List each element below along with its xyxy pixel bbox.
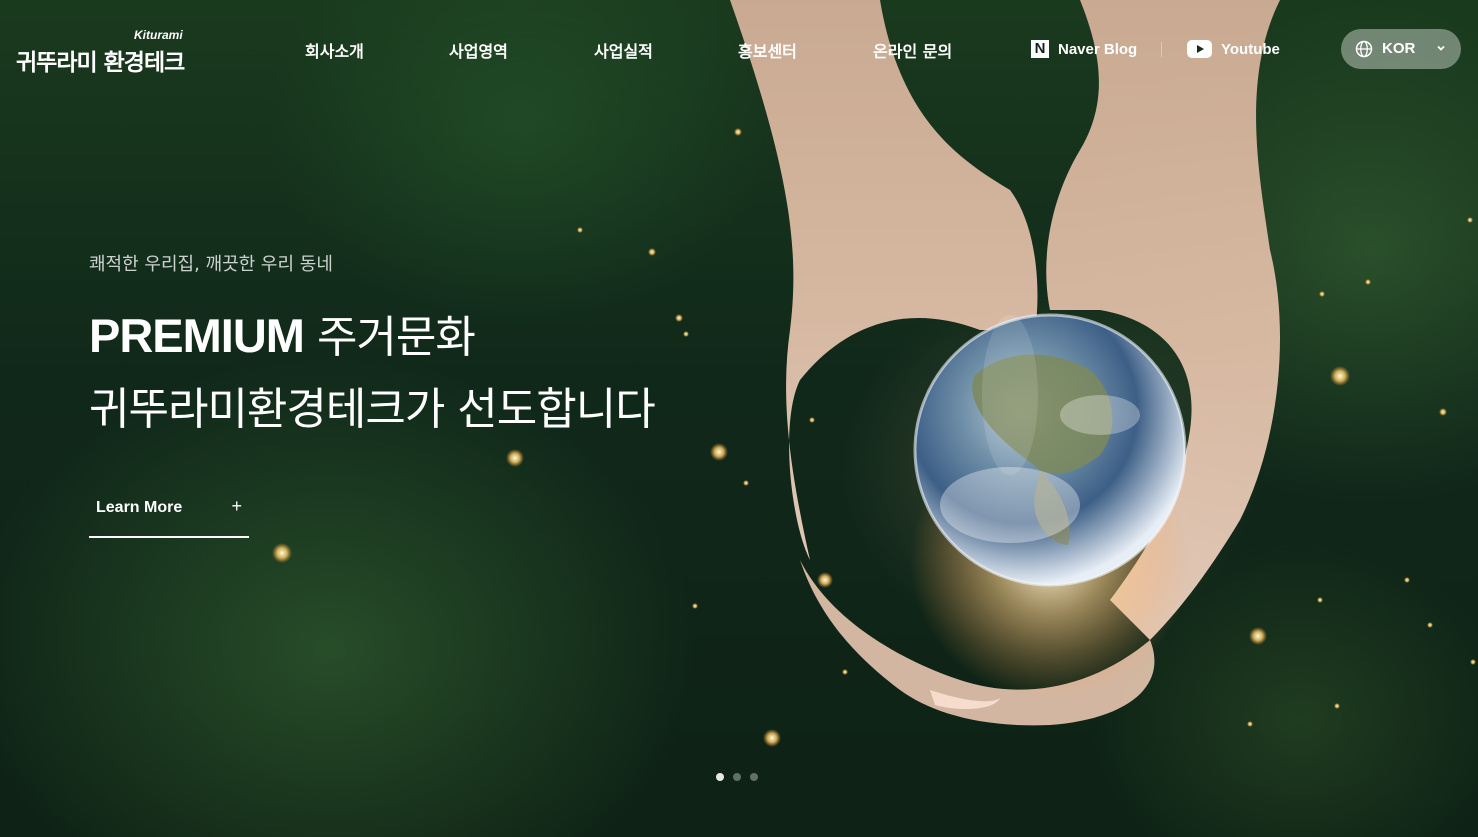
slide-dot-1[interactable] [716, 773, 724, 781]
hero-headline: PREMIUM 주거문화 귀뚜라미환경테크가 선도합니다 [89, 300, 656, 446]
youtube-label: Youtube [1221, 40, 1280, 58]
headline-line-1: PREMIUM 주거문화 [89, 300, 655, 374]
learn-more-button[interactable]: Learn More + [89, 490, 249, 538]
headline-line-1-rest: 주거문화 [303, 312, 476, 363]
plus-icon: + [231, 496, 242, 516]
headline-line-2: 귀뚜라미환경테크가 선도합니다 [89, 384, 656, 435]
logo-english: Kiturami [134, 28, 183, 42]
header-divider [1161, 42, 1162, 57]
globe-icon [1355, 40, 1373, 58]
language-label: KOR [1382, 40, 1416, 57]
nav-pr-center[interactable]: 홍보센터 [738, 38, 797, 62]
learn-more-label: Learn More [96, 499, 183, 516]
headline-emphasis: PREMIUM [89, 309, 305, 362]
slider-pagination [716, 773, 758, 781]
language-selector[interactable]: KOR [1341, 29, 1461, 69]
logo-korean: 귀뚜라미 환경테크 [16, 50, 185, 76]
naver-icon: N [1031, 40, 1049, 58]
nav-company[interactable]: 회사소개 [305, 38, 364, 62]
chevron-down-icon [1437, 45, 1445, 51]
slide-dot-2[interactable] [733, 773, 741, 781]
naver-blog-link[interactable]: N Naver Blog [1031, 40, 1137, 58]
youtube-link[interactable]: Youtube [1187, 40, 1280, 58]
youtube-icon [1187, 40, 1212, 58]
kiturami-logo[interactable]: Kiturami 귀뚜라미 환경테크 [16, 28, 196, 76]
nav-business[interactable]: 사업영역 [449, 38, 508, 62]
nav-projects[interactable]: 사업실적 [594, 38, 653, 62]
nav-online-inquiry[interactable]: 온라인 문의 [873, 38, 952, 62]
naver-blog-label: Naver Blog [1058, 40, 1138, 58]
slide-dot-3[interactable] [750, 773, 758, 781]
hero-tagline: 쾌적한 우리집, 깨끗한 우리 동네 [89, 254, 333, 275]
